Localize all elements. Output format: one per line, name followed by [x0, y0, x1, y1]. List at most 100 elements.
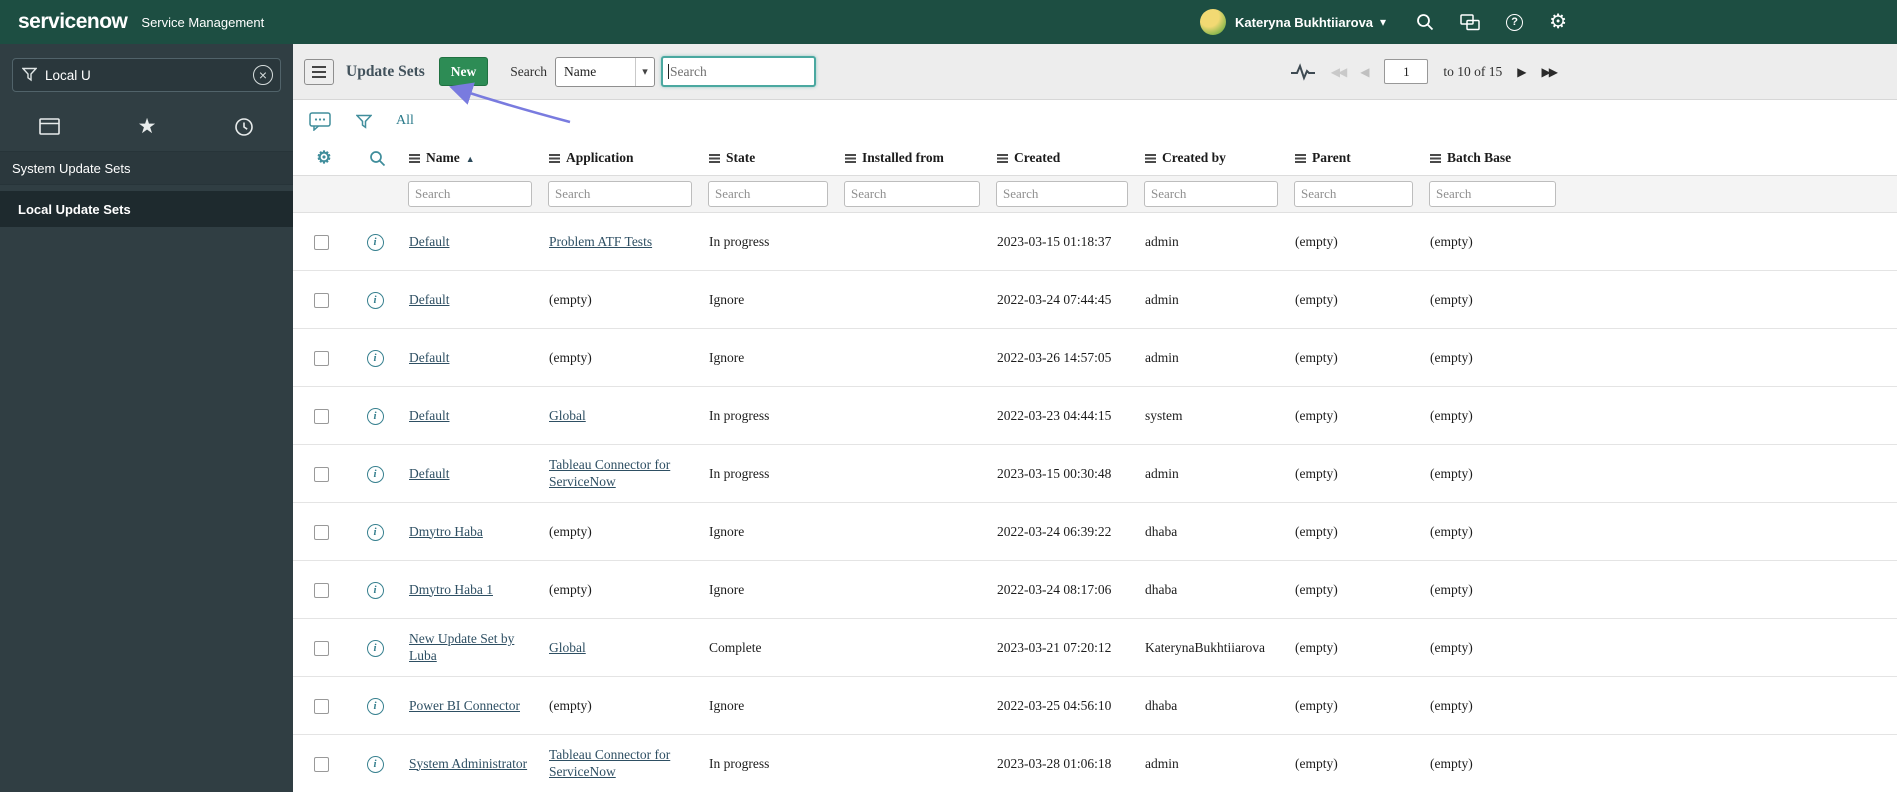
search-icon[interactable] — [1416, 13, 1434, 31]
activity-stream-icon[interactable] — [1290, 62, 1316, 81]
filter-input-application[interactable] — [548, 180, 692, 207]
chat-bubble-icon[interactable] — [309, 111, 332, 131]
info-icon[interactable] — [366, 523, 384, 541]
breadcrumb-all[interactable]: All — [396, 113, 414, 129]
row-checkbox[interactable] — [314, 466, 329, 482]
cell-select — [293, 676, 350, 735]
filter-input-batch-base[interactable] — [1429, 180, 1556, 207]
filter-input-created[interactable] — [996, 180, 1128, 207]
column-menu-icon[interactable] — [409, 153, 420, 163]
cell-created-by: admin — [1136, 444, 1286, 503]
cell-application-link[interactable]: Tableau Connector for ServiceNow — [549, 457, 670, 489]
cell-select — [293, 502, 350, 561]
filter-input-state[interactable] — [708, 180, 828, 207]
history-clock-icon[interactable] — [234, 117, 254, 137]
user-avatar[interactable] — [1200, 9, 1227, 35]
cell-state: Ignore — [700, 270, 836, 329]
info-icon[interactable] — [366, 755, 384, 773]
cell-name-link[interactable]: Default — [409, 466, 449, 481]
filter-input-installed-from[interactable] — [844, 180, 980, 207]
table-row: Dmytro Haba 1(empty)Ignore2022-03-24 08:… — [293, 560, 1897, 619]
list-context-menu-button[interactable] — [304, 58, 334, 85]
row-checkbox[interactable] — [314, 756, 329, 772]
row-checkbox[interactable] — [314, 524, 329, 540]
personalize-list-gear-icon[interactable] — [316, 149, 331, 167]
info-icon[interactable] — [366, 407, 384, 425]
column-header-created-by[interactable]: Created by — [1136, 142, 1286, 176]
next-page-icon[interactable] — [1517, 66, 1526, 78]
column-header-batch-base[interactable]: Batch Base — [1421, 142, 1564, 176]
row-checkbox[interactable] — [314, 292, 329, 308]
breadcrumb-funnel-icon[interactable] — [356, 114, 372, 129]
row-checkbox[interactable] — [314, 234, 329, 250]
cell-name-link[interactable]: Default — [409, 292, 449, 307]
cell-name-link[interactable]: Default — [409, 350, 449, 365]
cell-name-link[interactable]: Dmytro Haba 1 — [409, 582, 493, 597]
column-search-icon[interactable] — [359, 150, 396, 167]
column-menu-icon[interactable] — [1430, 153, 1441, 163]
column-header-application[interactable]: Application — [540, 142, 700, 176]
column-menu-icon[interactable] — [1295, 153, 1306, 163]
column-header-search[interactable] — [350, 142, 400, 176]
nav-item-local-update-sets[interactable]: Local Update Sets — [0, 191, 293, 227]
filter-input-created-by[interactable] — [1144, 180, 1278, 207]
cell-name-link[interactable]: Default — [409, 408, 449, 423]
column-header-name[interactable]: Name — [400, 142, 540, 176]
info-icon[interactable] — [366, 639, 384, 657]
column-header-installed-from[interactable]: Installed from — [836, 142, 988, 176]
column-menu-icon[interactable] — [845, 153, 856, 163]
cell-installed-from — [836, 386, 988, 445]
connect-chat-icon[interactable] — [1460, 13, 1480, 31]
cell-parent: (empty) — [1286, 734, 1421, 792]
cell-parent: (empty) — [1286, 560, 1421, 619]
info-icon[interactable] — [366, 465, 384, 483]
column-menu-icon[interactable] — [549, 153, 560, 163]
cell-name-link[interactable]: Power BI Connector — [409, 698, 520, 713]
row-checkbox[interactable] — [314, 408, 329, 424]
settings-gear-icon[interactable] — [1549, 12, 1567, 32]
cell-created-by: KaterynaBukhtiiarova — [1136, 618, 1286, 677]
last-page-icon[interactable] — [1542, 66, 1556, 78]
new-button[interactable]: New — [438, 57, 489, 86]
filter-input-name[interactable] — [408, 180, 532, 207]
info-icon[interactable] — [366, 291, 384, 309]
cell-application-link[interactable]: Tableau Connector for ServiceNow — [549, 747, 670, 779]
row-checkbox[interactable] — [314, 640, 329, 656]
clear-filter-icon[interactable] — [253, 65, 273, 85]
cell-name-link[interactable]: Default — [409, 234, 449, 249]
cell-info — [350, 560, 400, 619]
cell-application-link[interactable]: Problem ATF Tests — [549, 234, 652, 249]
column-menu-icon[interactable] — [709, 153, 720, 163]
row-checkbox[interactable] — [314, 698, 329, 714]
cell-name-link[interactable]: Dmytro Haba — [409, 524, 483, 539]
column-header-created[interactable]: Created — [988, 142, 1136, 176]
column-menu-icon[interactable] — [1145, 153, 1156, 163]
cell-application-link[interactable]: Global — [549, 408, 586, 423]
navigator-filter-input[interactable] — [12, 58, 281, 92]
row-checkbox[interactable] — [314, 582, 329, 598]
cell-application-link[interactable]: Global — [549, 640, 586, 655]
user-menu[interactable]: Kateryna Bukhtiiarova — [1200, 9, 1386, 35]
column-header-state[interactable]: State — [700, 142, 836, 176]
row-checkbox[interactable] — [314, 350, 329, 366]
column-header-settings[interactable] — [293, 142, 350, 176]
info-icon[interactable] — [366, 233, 384, 251]
column-menu-icon[interactable] — [997, 153, 1008, 163]
servicenow-logo[interactable]: servicenow — [18, 10, 128, 34]
column-header-parent[interactable]: Parent — [1286, 142, 1421, 176]
filter-input-parent[interactable] — [1294, 180, 1413, 207]
cell-name-link[interactable]: New Update Set by Luba — [409, 631, 514, 663]
page-number-input[interactable] — [1384, 59, 1429, 84]
info-icon[interactable] — [366, 349, 384, 367]
previous-page-icon[interactable] — [1360, 66, 1369, 78]
help-icon[interactable] — [1506, 13, 1524, 31]
favorites-star-icon[interactable] — [138, 116, 157, 137]
list-search-input[interactable]: Search — [661, 56, 817, 87]
first-page-icon[interactable] — [1331, 66, 1345, 78]
search-column-select[interactable]: Name — [555, 56, 656, 87]
info-icon[interactable] — [366, 581, 384, 599]
all-applications-tab-icon[interactable] — [39, 118, 60, 135]
filler-cell — [1564, 212, 1897, 271]
cell-name-link[interactable]: System Administrator — [409, 756, 527, 771]
info-icon[interactable] — [366, 697, 384, 715]
